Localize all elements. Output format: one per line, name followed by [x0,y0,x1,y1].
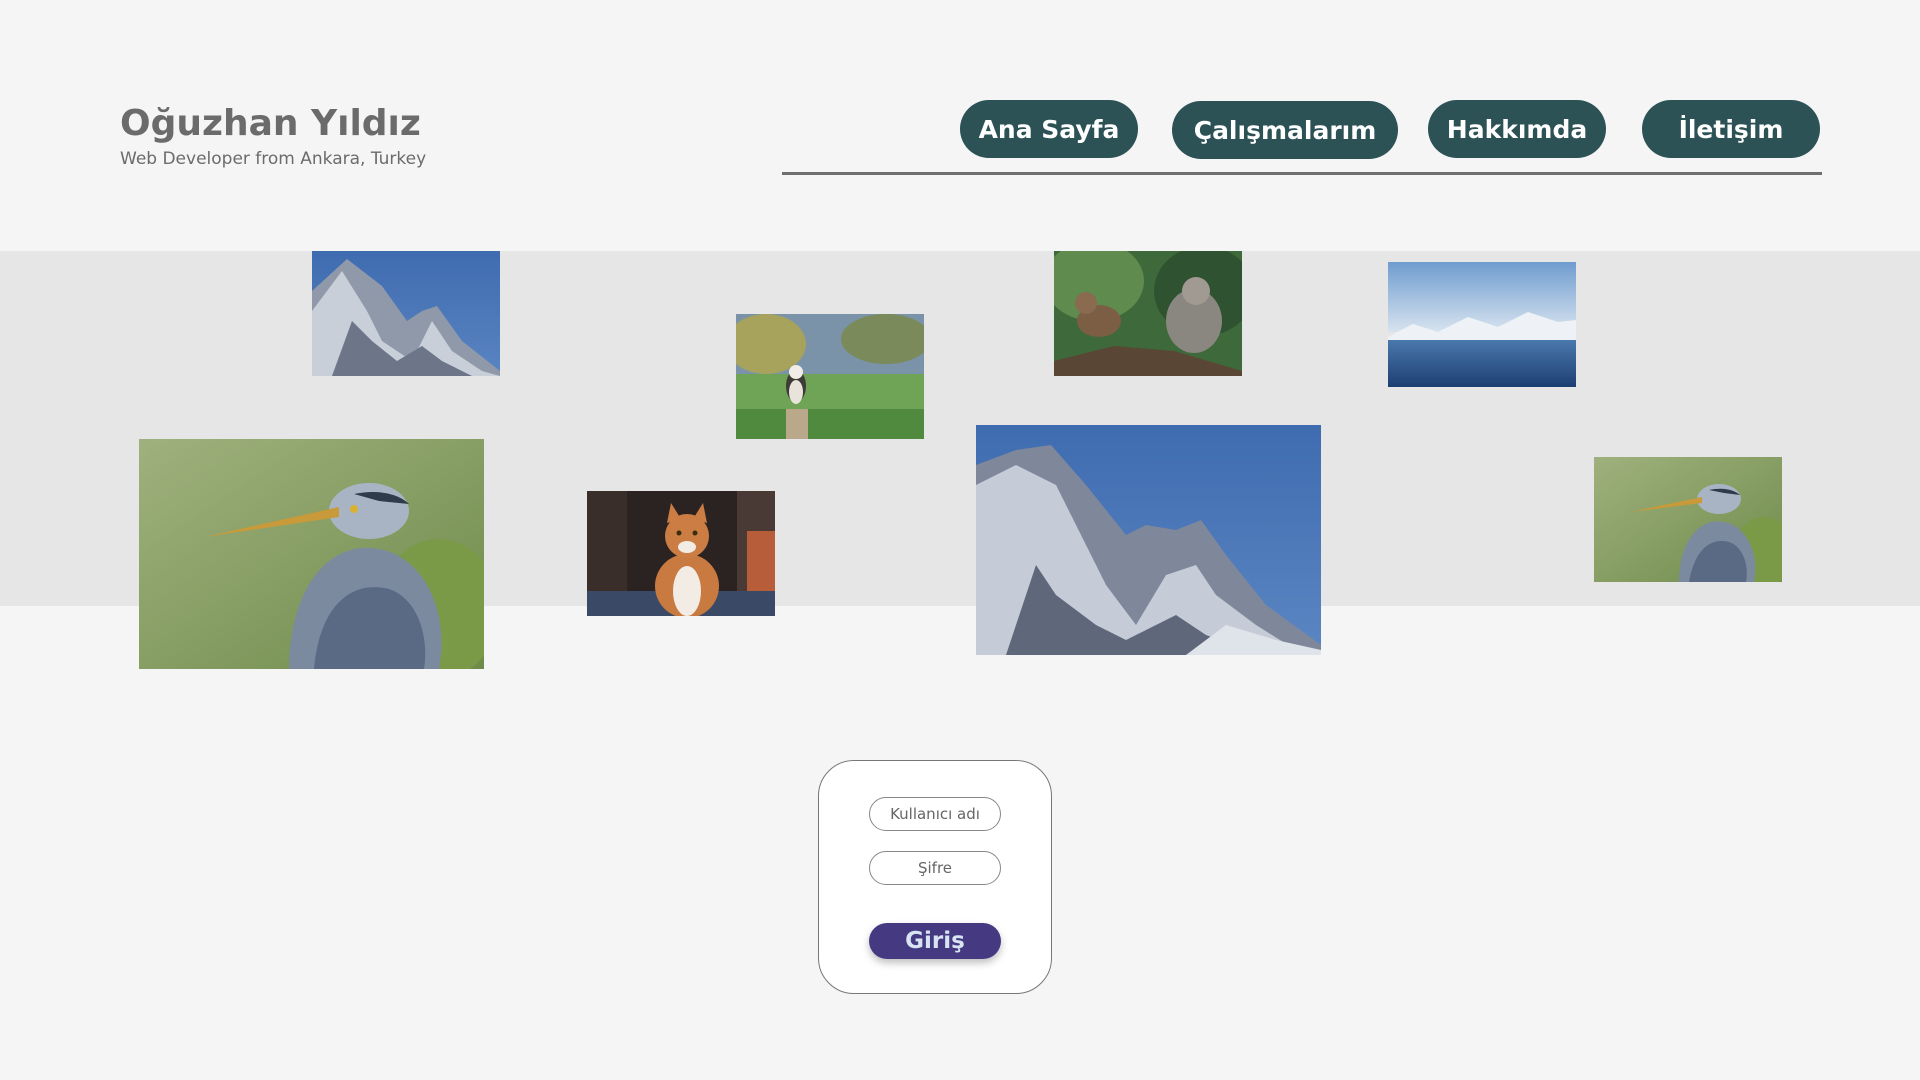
heron-image [1594,457,1782,582]
glacier-image [1388,262,1576,387]
photo-mountain-small[interactable] [312,251,500,376]
nav-divider [782,172,1822,175]
main-nav: Ana Sayfa Çalışmalarım Hakkımda İletişim [782,100,1822,176]
monkeys-image [1054,251,1242,376]
nav-about-button[interactable]: Hakkımda [1428,100,1606,158]
mountain-image [312,251,500,376]
site-tagline: Web Developer from Ankara, Turkey [120,149,427,169]
brand: Oğuzhan Yıldız Web Developer from Ankara… [120,100,426,170]
page: Oğuzhan Yıldız Web Developer from Ankara… [0,0,1920,1080]
nav-home-button[interactable]: Ana Sayfa [960,100,1138,158]
login-form: Giriş [818,760,1052,994]
username-input[interactable] [869,797,1001,831]
mountain-image [976,425,1321,655]
photo-glacier[interactable] [1388,262,1576,387]
photo-cat[interactable] [587,491,775,616]
bird-image [736,314,924,439]
photo-kookaburra[interactable] [736,314,924,439]
login-button[interactable]: Giriş [869,923,1001,959]
photo-heron-small[interactable] [1594,457,1782,582]
nav-works-button[interactable]: Çalışmalarım [1172,101,1398,159]
nav-contact-button[interactable]: İletişim [1642,100,1820,158]
site-title: Oğuzhan Yıldız [120,103,421,144]
password-input[interactable] [869,851,1001,885]
cat-image [587,491,775,616]
heron-image [139,439,484,669]
photo-monkeys[interactable] [1054,251,1242,376]
photo-heron-large[interactable] [139,439,484,669]
photo-mountain-large[interactable] [976,425,1321,655]
